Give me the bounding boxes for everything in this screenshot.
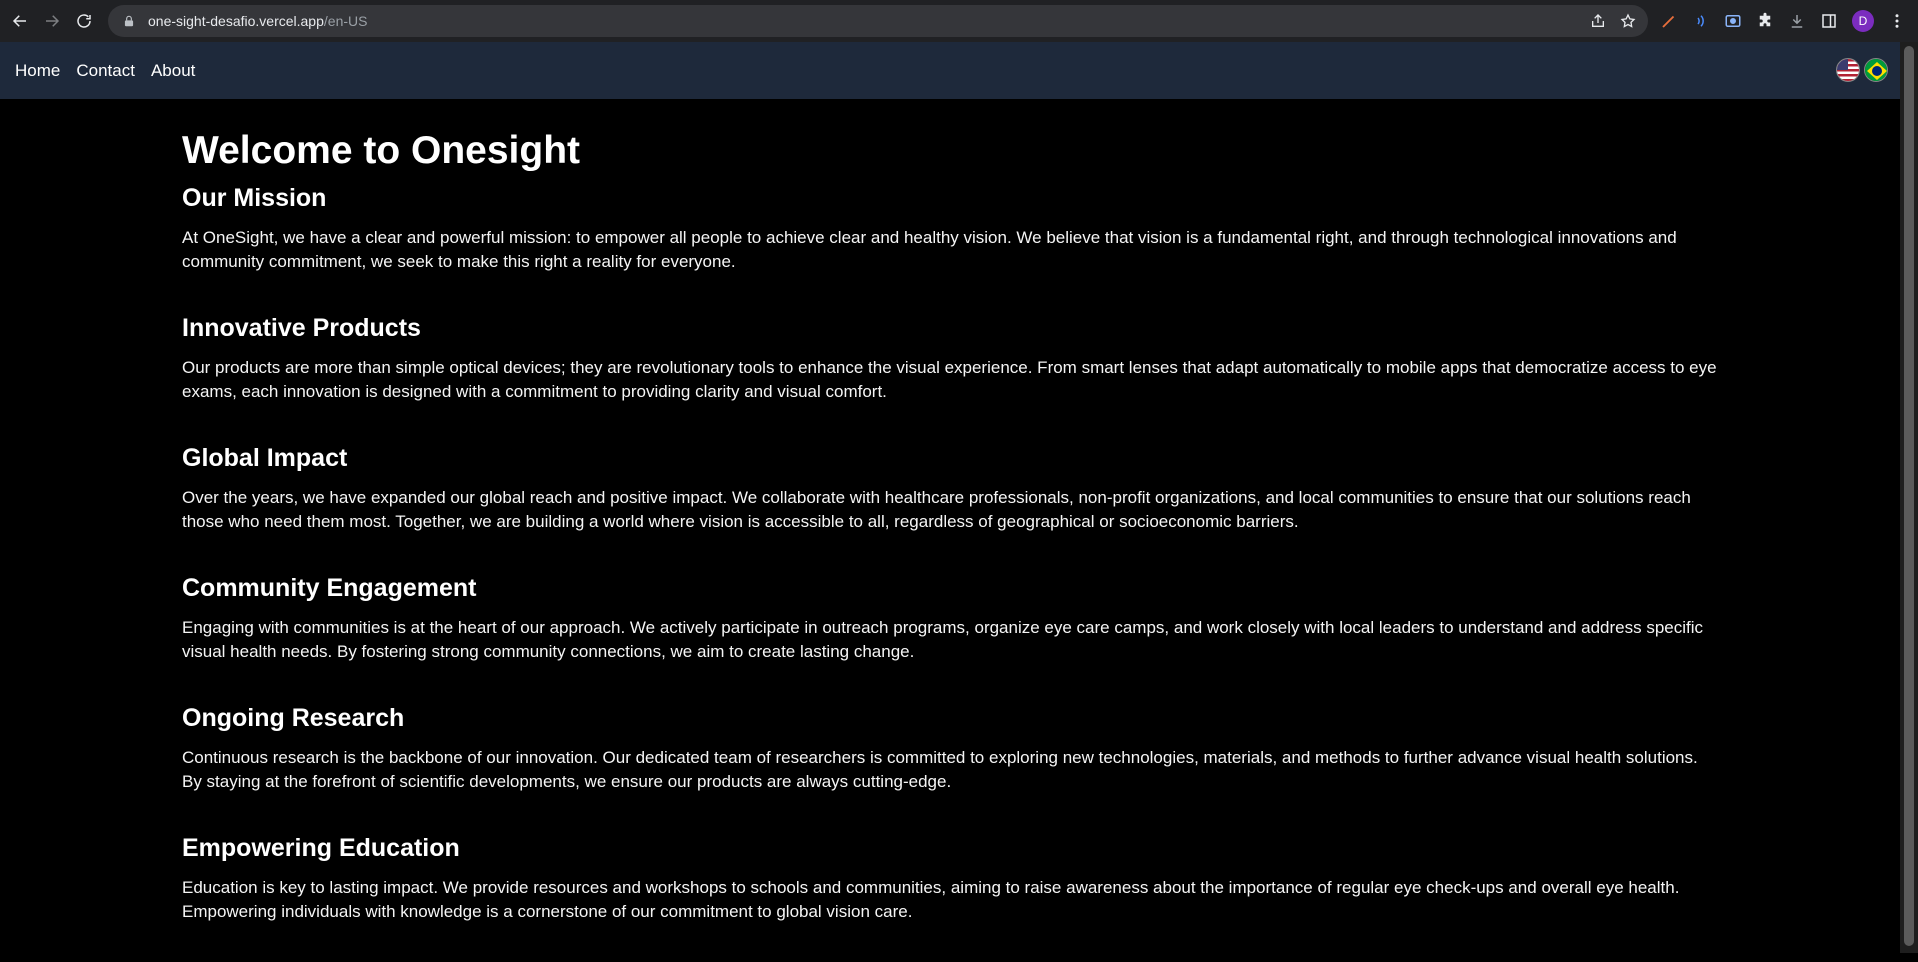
brazil-flag-icon[interactable] xyxy=(1864,58,1888,82)
bookmark-star-icon[interactable] xyxy=(1620,13,1636,29)
arrow-left-icon xyxy=(12,15,26,27)
section-heading: Our Mission xyxy=(182,184,327,212)
address-bar[interactable]: one-sight-desafio.vercel.app/en-US xyxy=(108,5,1648,37)
arrow-right-icon xyxy=(46,15,60,27)
section-heading: Innovative Products xyxy=(182,314,421,342)
section-innovative-products: Innovative Products Our products are mor… xyxy=(182,312,1722,404)
section-empowering-education: Empowering Education Education is key to… xyxy=(182,832,1722,924)
profile-avatar[interactable]: D xyxy=(1852,10,1874,32)
section-heading: Empowering Education xyxy=(182,834,460,862)
section-heading: Global Impact xyxy=(182,444,348,472)
reload-button[interactable] xyxy=(68,5,100,37)
url-text: one-sight-desafio.vercel.app/en-US xyxy=(148,13,367,29)
section-text: Education is key to lasting impact. We p… xyxy=(182,878,1680,921)
site-navbar: Home Contact About xyxy=(0,42,1900,99)
section-text: Our products are more than simple optica… xyxy=(182,358,1717,401)
nav-link-home[interactable]: Home xyxy=(15,61,60,81)
section-our-mission: Our Mission At OneSight, we have a clear… xyxy=(182,182,1722,274)
forward-button[interactable] xyxy=(36,5,68,37)
lock-icon xyxy=(124,15,134,27)
section-ongoing-research: Ongoing Research Continuous research is … xyxy=(182,702,1722,794)
section-community-engagement: Community Engagement Engaging with commu… xyxy=(182,572,1722,664)
scrollbar-thumb[interactable] xyxy=(1904,46,1914,946)
page-title: Welcome to Onesight xyxy=(182,129,580,172)
scrollbar[interactable] xyxy=(1900,42,1918,953)
section-heading: Community Engagement xyxy=(182,574,477,602)
nav-link-about[interactable]: About xyxy=(151,61,195,81)
main-content: Welcome to Onesight Our Mission At OneSi… xyxy=(182,128,1722,962)
url-host: one-sight-desafio.vercel.app xyxy=(148,13,324,29)
section-text: Over the years, we have expanded our glo… xyxy=(182,488,1691,531)
browser-toolbar: one-sight-desafio.vercel.app/en-US D xyxy=(0,0,1918,42)
language-switcher xyxy=(1836,58,1888,82)
section-text: At OneSight, we have a clear and powerfu… xyxy=(182,228,1677,271)
audio-extension-icon[interactable] xyxy=(1692,12,1710,30)
section-text: Engaging with communities is at the hear… xyxy=(182,618,1704,661)
more-vertical-icon[interactable] xyxy=(1888,12,1906,30)
download-icon[interactable] xyxy=(1788,12,1806,30)
pen-extension-icon[interactable] xyxy=(1660,12,1678,30)
share-icon[interactable] xyxy=(1590,13,1606,29)
us-flag-icon[interactable] xyxy=(1836,58,1860,82)
side-panel-icon[interactable] xyxy=(1820,12,1838,30)
nav-link-contact[interactable]: Contact xyxy=(76,61,135,81)
puzzle-extensions-icon[interactable] xyxy=(1756,12,1774,30)
section-text: Continuous research is the backbone of o… xyxy=(182,748,1698,791)
url-path: /en-US xyxy=(323,13,368,29)
screen-extension-icon[interactable] xyxy=(1724,12,1742,30)
section-global-impact: Global Impact Over the years, we have ex… xyxy=(182,442,1722,534)
section-heading: Ongoing Research xyxy=(182,704,405,732)
back-button[interactable] xyxy=(4,5,36,37)
reload-icon xyxy=(77,14,91,28)
